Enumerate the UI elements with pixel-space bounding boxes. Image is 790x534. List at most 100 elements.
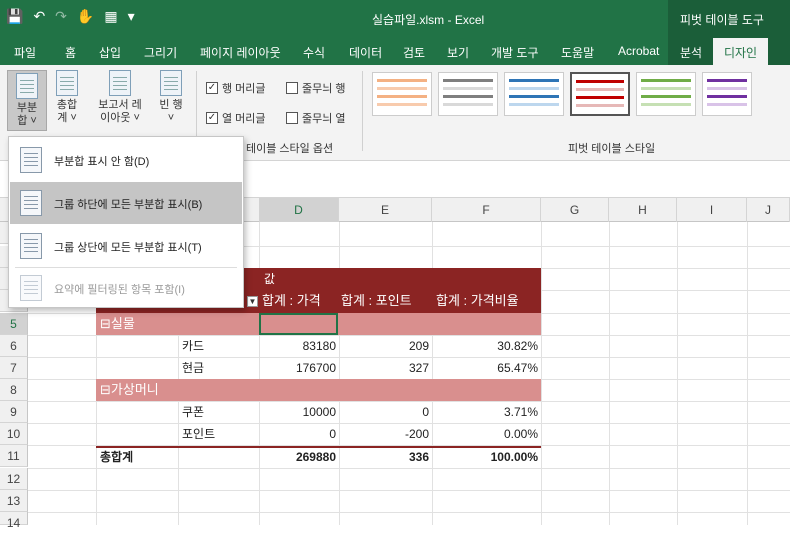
tab-data[interactable]: 데이터 xyxy=(349,44,382,61)
tab-draw[interactable]: 그리기 xyxy=(144,44,177,61)
pivot-style-swatch[interactable] xyxy=(372,72,432,116)
pivot-group-label[interactable]: ⊟실물 xyxy=(100,313,135,335)
row-header-7[interactable]: 7 xyxy=(0,357,28,379)
tab-review[interactable]: 검토 xyxy=(403,44,425,61)
tab-design[interactable]: 디자인 xyxy=(713,38,768,65)
row-header-9[interactable]: 9 xyxy=(0,401,28,423)
row-header-11[interactable]: 11 xyxy=(0,445,28,467)
row-header-6[interactable]: 6 xyxy=(0,335,28,357)
subtotals-bottom-icon xyxy=(20,190,42,216)
collapse-icon[interactable]: ⊟ xyxy=(100,316,111,331)
menu-item-subtotals-bottom[interactable]: 그룹 하단에 모든 부분합 표시(B) xyxy=(10,182,242,224)
pivot-style-swatch[interactable] xyxy=(504,72,564,116)
row-header-10[interactable]: 10 xyxy=(0,423,28,445)
menu-item-label: 부분합 표시 안 함(D) xyxy=(54,156,150,168)
undo-icon[interactable]: ↶ xyxy=(33,8,45,25)
pivot-cell-ratio[interactable]: 65.47% xyxy=(432,357,538,379)
menu-item-no-subtotals[interactable]: 부분합 표시 안 함(D) xyxy=(10,139,242,181)
tab-developer[interactable]: 개발 도구 xyxy=(491,44,539,61)
tab-home[interactable]: 홈 xyxy=(65,44,76,61)
pivot-cell-point[interactable]: 0 xyxy=(339,401,429,423)
pivot-values-label: 값 xyxy=(264,272,276,286)
group-name: 실물 xyxy=(110,316,135,331)
row-headers-checkbox[interactable]: ✓ 행 머리글 xyxy=(206,80,266,96)
pivot-cell-price[interactable]: 0 xyxy=(259,423,336,445)
pivot-cell-price[interactable]: 176700 xyxy=(259,357,336,379)
column-header-G[interactable]: G xyxy=(541,198,609,222)
gridline xyxy=(28,512,790,513)
pivot-cell-point[interactable]: -200 xyxy=(339,423,429,445)
tab-page-layout[interactable]: 페이지 레이아웃 xyxy=(200,44,281,61)
column-header-E[interactable]: E xyxy=(339,198,432,222)
pivot-item-label[interactable]: 쿠폰 xyxy=(182,401,204,423)
tab-file[interactable]: 파일 xyxy=(14,44,36,61)
ribbon-tabs: 파일 홈 삽입 그리기 페이지 레이아웃 수식 데이터 검토 보기 개발 도구 … xyxy=(0,36,790,65)
subtotals-top-icon xyxy=(20,233,42,259)
save-icon[interactable]: 💾 xyxy=(6,8,23,25)
column-header-D[interactable]: D xyxy=(259,198,339,222)
touch-mode-icon[interactable]: ✋ xyxy=(77,8,94,25)
pivot-cell-point[interactable]: 327 xyxy=(339,357,429,379)
title-bar: 💾 ↶ ↷ ✋ ▦ ▾ 실습파일.xlsm - Excel 피벗 테이블 도구 xyxy=(0,0,790,36)
pivot-style-swatch[interactable] xyxy=(438,72,498,116)
column-header-J[interactable]: J xyxy=(747,198,790,222)
pivot-style-swatch[interactable] xyxy=(636,72,696,116)
checkbox-empty-icon xyxy=(286,112,298,124)
grand-total-label[interactable]: 총합계 xyxy=(100,446,133,468)
grand-totals-button[interactable]: 총합 계 ˅ xyxy=(50,70,84,125)
grand-total-ratio[interactable]: 100.00% xyxy=(432,446,538,468)
subtotals-button[interactable]: 부분 합 ˅ xyxy=(7,70,47,131)
form-icon[interactable]: ▦ xyxy=(104,8,117,25)
pivot-cell-ratio[interactable]: 0.00% xyxy=(432,423,538,445)
customize-icon[interactable]: ▾ xyxy=(128,8,135,25)
pivot-cell-point[interactable]: 209 xyxy=(339,335,429,357)
pivot-header-price[interactable]: 합계 : 가격 xyxy=(262,290,321,312)
blank-rows-button[interactable]: 빈 행 ˅ xyxy=(154,70,188,125)
filter-dropdown-icon[interactable]: ▼ xyxy=(247,296,258,307)
tab-help[interactable]: 도움말 xyxy=(561,44,594,61)
row-header-5[interactable]: 5 xyxy=(0,313,28,335)
pivot-cell-ratio[interactable]: 3.71% xyxy=(432,401,538,423)
report-layout-button[interactable]: 보고서 레 이아웃 ˅ xyxy=(94,70,146,125)
menu-item-subtotals-top[interactable]: 그룹 상단에 모든 부분합 표시(T) xyxy=(10,225,242,267)
grand-totals-label-2: 계 ˅ xyxy=(57,112,77,124)
column-headers-label: 열 머리글 xyxy=(222,113,266,125)
subtotals-dropdown-menu: 부분합 표시 안 함(D) 그룹 하단에 모든 부분합 표시(B) 그룹 상단에… xyxy=(8,136,244,308)
tab-insert[interactable]: 삽입 xyxy=(99,44,121,61)
tab-analyze[interactable]: 분석 xyxy=(680,44,702,61)
pivot-style-swatch-selected[interactable] xyxy=(570,72,630,116)
pivot-cell-ratio[interactable]: 30.82% xyxy=(432,335,538,357)
grand-total-price[interactable]: 269880 xyxy=(259,446,336,468)
grand-total-point[interactable]: 336 xyxy=(339,446,429,468)
pivot-cell-price[interactable]: 83180 xyxy=(259,335,336,357)
redo-icon[interactable]: ↷ xyxy=(55,8,67,25)
pivot-group-label[interactable]: ⊟가상머니 xyxy=(100,379,159,401)
column-header-F[interactable]: F xyxy=(432,198,541,222)
tab-view[interactable]: 보기 xyxy=(447,44,469,61)
column-header-I[interactable]: I xyxy=(677,198,747,222)
pivot-item-label[interactable]: 카드 xyxy=(182,335,204,357)
pivot-item-label[interactable]: 현금 xyxy=(182,357,204,379)
collapse-icon[interactable]: ⊟ xyxy=(100,382,111,397)
row-header-8[interactable]: 8 xyxy=(0,379,28,401)
style-options-group-label: 테이블 스타일 옵션 xyxy=(246,143,334,155)
group-name: 가상머니 xyxy=(110,382,159,397)
banded-rows-checkbox[interactable]: 줄무늬 행 xyxy=(286,80,346,96)
column-headers-checkbox[interactable]: ✓ 열 머리글 xyxy=(206,110,266,126)
tab-acrobat[interactable]: Acrobat xyxy=(618,44,659,58)
row-header-12[interactable]: 12 xyxy=(0,468,28,490)
pivot-style-swatch[interactable] xyxy=(702,72,752,116)
pivot-item-label[interactable]: 포인트 xyxy=(182,423,215,445)
pivot-styles-group-label: 피벗 테이블 스타일 xyxy=(568,143,656,155)
row-header-14[interactable]: 14 xyxy=(0,512,28,530)
pivot-header-ratio[interactable]: 합계 : 가격비율 xyxy=(436,290,519,312)
window-title: 실습파일.xlsm - Excel xyxy=(372,13,485,27)
pivot-cell-price[interactable]: 10000 xyxy=(259,401,336,423)
banded-columns-checkbox[interactable]: 줄무늬 열 xyxy=(286,110,346,126)
pivot-header-point[interactable]: 합계 : 포인트 xyxy=(341,290,412,312)
blank-rows-label: 빈 행 xyxy=(159,99,183,111)
tab-formulas[interactable]: 수식 xyxy=(303,44,325,61)
column-header-H[interactable]: H xyxy=(609,198,677,222)
subtotals-label-2: 합 ˅ xyxy=(17,115,37,127)
row-header-13[interactable]: 13 xyxy=(0,490,28,512)
